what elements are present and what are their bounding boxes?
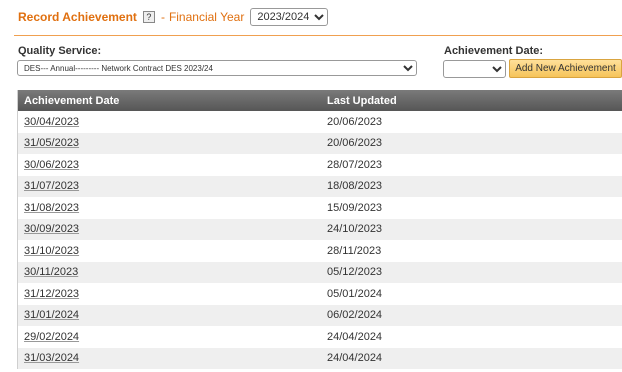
achievement-date-cell[interactable]: 31/08/2023 (18, 202, 321, 214)
last-updated-cell: 18/08/2023 (327, 180, 383, 193)
table-body: 30/04/2023 20/06/2023 31/05/2023 20/06/2023… (18, 111, 622, 369)
table-row[interactable]: 31/01/2024 06/02/2024 (18, 304, 622, 326)
quality-service-label: Quality Service: (18, 45, 102, 57)
achievement-date-cell[interactable]: 30/09/2023 (18, 223, 321, 235)
table-row[interactable]: 31/10/2023 28/11/2023 (18, 240, 622, 262)
table-header: Achievement Date Last Updated (18, 90, 622, 111)
last-updated-cell: 15/09/2023 (327, 201, 383, 214)
achievement-date-link[interactable]: 30/04/2023 (24, 116, 79, 128)
table-row[interactable]: 29/02/2024 24/04/2024 (18, 326, 622, 348)
table-row[interactable]: 31/07/2023 18/08/2023 (18, 175, 622, 197)
last-updated-cell: 24/04/2024 (327, 330, 383, 343)
achievement-date-link[interactable]: 31/07/2023 (24, 180, 79, 192)
achievement-date-link[interactable]: 29/02/2024 (24, 331, 79, 343)
achievement-date-link[interactable]: 30/09/2023 (24, 223, 79, 235)
achievement-date-cell[interactable]: 29/02/2024 (18, 331, 321, 343)
help-icon[interactable]: ? (142, 11, 155, 23)
table-row[interactable]: 30/09/2023 24/10/2023 (18, 218, 622, 240)
table-row[interactable]: 31/12/2023 05/01/2024 (18, 283, 622, 305)
financial-year-label: Financial Year (168, 10, 245, 24)
achievement-date-cell[interactable]: 30/04/2023 (18, 116, 321, 128)
achievement-date-link[interactable]: 31/01/2024 (24, 309, 79, 321)
table-row[interactable]: 30/04/2023 20/06/2023 (18, 111, 622, 133)
achievement-date-cell[interactable]: 31/03/2024 (18, 352, 321, 364)
last-updated-cell: 05/01/2024 (327, 287, 383, 300)
last-updated-cell: 24/10/2023 (327, 223, 383, 236)
table-row[interactable]: 31/05/2023 20/06/2023 (18, 132, 622, 154)
table-row[interactable]: 30/11/2023 05/12/2023 (18, 261, 622, 283)
achievement-date-cell[interactable]: 31/12/2023 (18, 288, 321, 300)
last-updated-cell: 28/07/2023 (327, 158, 383, 171)
achievement-date-cell[interactable]: 31/01/2024 (18, 309, 321, 321)
achievement-date-link[interactable]: 30/11/2023 (24, 266, 78, 278)
last-updated-cell: 05/12/2023 (327, 266, 383, 279)
last-updated-cell: 24/04/2024 (327, 352, 383, 365)
achievement-date-cell[interactable]: 30/06/2023 (18, 159, 321, 171)
column-header-last-updated[interactable]: Last Updated (321, 95, 622, 107)
achievement-date-cell[interactable]: 31/10/2023 (18, 245, 321, 257)
achievement-date-cell[interactable]: 30/11/2023 (18, 266, 321, 278)
last-updated-cell: 20/06/2023 (327, 137, 383, 150)
achievement-date-link[interactable]: 31/08/2023 (24, 202, 79, 214)
quality-service-select[interactable]: DES--- Annual--------- Network Contract … (17, 60, 417, 76)
achievement-date-link[interactable]: 30/06/2023 (24, 159, 79, 171)
header-divider (14, 35, 622, 36)
achievement-date-label: Achievement Date: (444, 45, 544, 57)
achievement-date-link[interactable]: 31/05/2023 (24, 137, 79, 149)
table-row[interactable]: 31/08/2023 15/09/2023 (18, 197, 622, 219)
page-title: Record Achievement (18, 10, 137, 24)
achievement-date-cell[interactable]: 31/05/2023 (18, 137, 321, 149)
achievement-date-link[interactable]: 31/10/2023 (24, 245, 79, 257)
achievement-date-cell[interactable]: 31/07/2023 (18, 180, 321, 192)
achievements-table: Achievement Date Last Updated 30/04/2023… (17, 90, 622, 369)
column-header-achievement-date[interactable]: Achievement Date (18, 95, 321, 107)
last-updated-cell: 28/11/2023 (327, 244, 382, 257)
achievement-date-link[interactable]: 31/12/2023 (24, 288, 79, 300)
title-separator: - (160, 10, 165, 24)
last-updated-cell: 06/02/2024 (327, 309, 383, 322)
page-header: Record Achievement ? - Financial Year 20… (18, 8, 329, 26)
achievement-date-select[interactable] (443, 60, 506, 78)
table-row[interactable]: 31/03/2024 24/04/2024 (18, 347, 622, 369)
add-new-achievement-button[interactable]: Add New Achievement (509, 59, 622, 78)
financial-year-select[interactable]: 2023/2024 (250, 8, 329, 26)
table-row[interactable]: 30/06/2023 28/07/2023 (18, 154, 622, 176)
achievement-date-link[interactable]: 31/03/2024 (24, 352, 79, 364)
last-updated-cell: 20/06/2023 (327, 115, 383, 128)
